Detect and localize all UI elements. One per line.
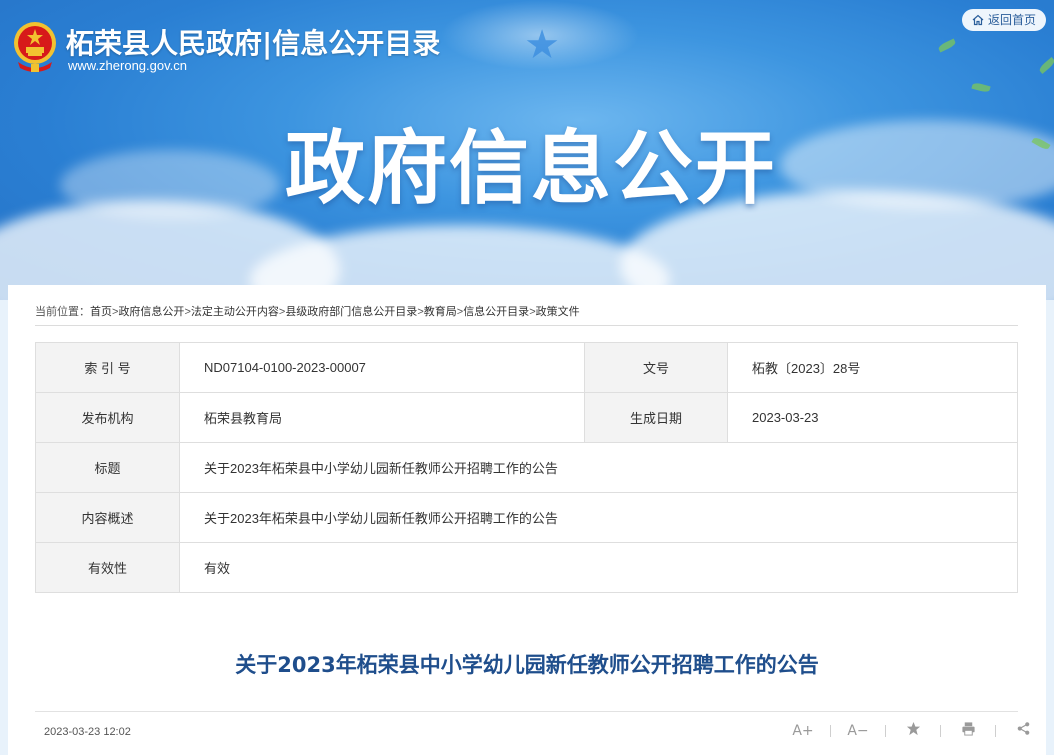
title-label: 标题 xyxy=(35,442,180,493)
validity-value: 有效 xyxy=(179,542,1018,593)
summary-value: 关于2023年柘荣县中小学幼儿园新任教师公开招聘工作的公告 xyxy=(179,492,1018,543)
article-toolbar: A+ A− xyxy=(788,721,1038,740)
toolbar-separator xyxy=(830,724,831,737)
toolbar-separator xyxy=(995,724,996,737)
table-row: 内容概述 关于2023年柘荣县中小学幼儿园新任教师公开招聘工作的公告 xyxy=(35,492,1018,543)
org-value: 柘荣县教育局 xyxy=(179,392,585,443)
share-button[interactable] xyxy=(1008,721,1038,740)
breadcrumb-item[interactable]: 政府信息公开 xyxy=(118,306,184,318)
breadcrumb-item[interactable]: 信息公开目录 xyxy=(463,306,529,318)
breadcrumb-item[interactable]: 首页 xyxy=(90,306,112,318)
favorite-button[interactable] xyxy=(898,721,928,740)
index-label: 索 引 号 xyxy=(35,342,180,393)
hero-title: 政府信息公开 xyxy=(285,122,777,215)
toolbar-separator xyxy=(940,724,941,737)
font-increase-icon: A+ xyxy=(792,722,814,739)
toolbar-separator xyxy=(885,724,886,737)
index-value: ND07104-0100-2023-00007 xyxy=(179,342,585,393)
breadcrumb-item[interactable]: 政策文件 xyxy=(536,306,580,318)
article-title: 关于2023年柘荣县中小学幼儿园新任教师公开招聘工作的公告 xyxy=(235,653,819,677)
content-panel: 当前位置：首页>政府信息公开>法定主动公开内容>县级政府部门信息公开目录>教育局… xyxy=(8,285,1046,755)
header-banner: ★ 柘荣县人民政府|信息公开目录 www.zherong.gov.cn 返回首页… xyxy=(0,0,1054,300)
star-icon-decoration: ★ xyxy=(524,22,560,68)
site-title[interactable]: 柘荣县人民政府|信息公开目录 xyxy=(66,22,440,62)
org-label: 发布机构 xyxy=(35,392,180,443)
breadcrumb-item[interactable]: 法定主动公开内容 xyxy=(191,306,279,318)
table-row: 索 引 号 ND07104-0100-2023-00007 文号 柘教〔2023… xyxy=(35,342,1018,393)
table-row: 有效性 有效 xyxy=(35,542,1018,593)
return-home-label: 返回首页 xyxy=(987,13,1036,27)
print-button[interactable] xyxy=(953,721,983,740)
star-icon xyxy=(906,721,920,736)
breadcrumb-item[interactable]: 教育局 xyxy=(424,306,457,318)
date-value: 2023-03-23 xyxy=(727,392,1018,443)
leaf-decoration xyxy=(971,81,991,94)
date-label: 生成日期 xyxy=(584,392,728,443)
site-url[interactable]: www.zherong.gov.cn xyxy=(68,58,187,73)
share-icon xyxy=(1017,722,1029,735)
breadcrumb: 当前位置：首页>政府信息公开>法定主动公开内容>县级政府部门信息公开目录>教育局… xyxy=(35,303,580,319)
title-value: 关于2023年柘荣县中小学幼儿园新任教师公开招聘工作的公告 xyxy=(179,442,1018,493)
breadcrumb-item[interactable]: 县级政府部门信息公开目录 xyxy=(285,306,417,318)
breadcrumb-prefix: 当前位置： xyxy=(35,306,90,318)
validity-label: 有效性 xyxy=(35,542,180,593)
table-row: 标题 关于2023年柘荣县中小学幼儿园新任教师公开招聘工作的公告 xyxy=(35,442,1018,493)
font-decrease-button[interactable]: A− xyxy=(843,723,873,739)
font-increase-button[interactable]: A+ xyxy=(788,723,818,739)
print-icon xyxy=(961,722,975,736)
article-datetime: 2023-03-23 12:02 xyxy=(44,726,131,738)
home-icon xyxy=(972,14,984,26)
docno-value: 柘教〔2023〕28号 xyxy=(727,342,1018,393)
leaf-decoration xyxy=(1037,57,1054,74)
leaf-decoration xyxy=(937,38,957,53)
return-home-button[interactable]: 返回首页 xyxy=(962,9,1046,31)
divider xyxy=(35,711,1018,712)
font-decrease-icon: A− xyxy=(847,722,869,739)
table-row: 发布机构 柘荣县教育局 生成日期 2023-03-23 xyxy=(35,392,1018,443)
divider xyxy=(35,325,1018,326)
summary-label: 内容概述 xyxy=(35,492,180,543)
cloud-decoration xyxy=(60,150,280,220)
national-emblem-icon xyxy=(14,22,56,72)
metadata-table: 索 引 号 ND07104-0100-2023-00007 文号 柘教〔2023… xyxy=(35,342,1018,593)
docno-label: 文号 xyxy=(584,342,728,393)
